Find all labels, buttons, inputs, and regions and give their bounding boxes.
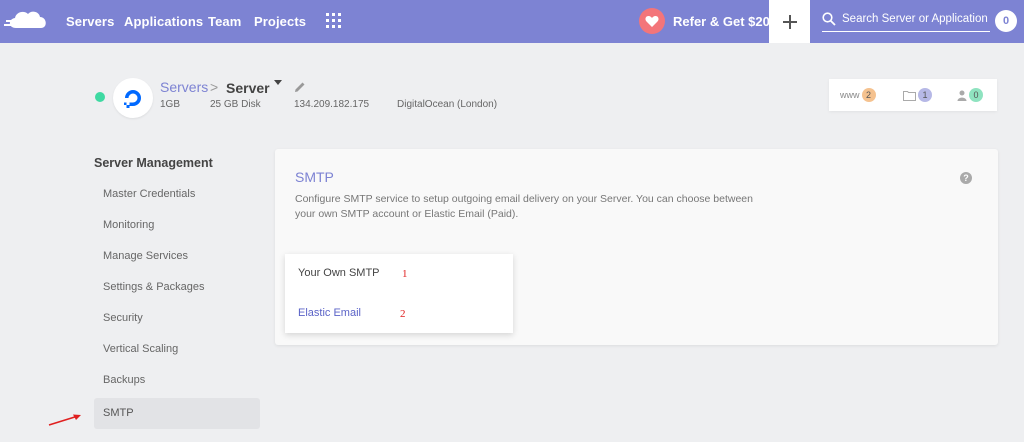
- server-avatar: [113, 78, 153, 118]
- sidebar-item-monitoring[interactable]: Monitoring: [94, 210, 260, 241]
- stat-users[interactable]: 0: [957, 88, 983, 102]
- smtp-title: SMTP: [295, 169, 334, 185]
- nav-projects[interactable]: Projects: [254, 14, 306, 29]
- plus-icon: [782, 14, 797, 29]
- server-disk: 25 GB Disk: [210, 99, 261, 110]
- stat-folders[interactable]: 1: [903, 88, 932, 102]
- server-name: Server: [226, 80, 270, 96]
- nav-team[interactable]: Team: [208, 14, 241, 29]
- breadcrumb-separator: >: [210, 79, 219, 95]
- search-box: [822, 9, 992, 32]
- sidebar-item-master-credentials[interactable]: Master Credentials: [94, 179, 260, 210]
- smtp-card: SMTP ? Configure SMTP service to setup o…: [275, 149, 998, 345]
- smtp-description: Configure SMTP service to setup outgoing…: [295, 193, 753, 220]
- folder-count-badge: 1: [918, 88, 932, 102]
- smtp-provider-dropdown: Your Own SMTP 1 Elastic Email 2: [285, 254, 513, 333]
- www-count-badge: 2: [861, 88, 876, 102]
- cloudways-logo-icon[interactable]: [4, 8, 50, 34]
- stat-www[interactable]: www 2: [840, 88, 876, 102]
- server-provider: DigitalOcean (London): [397, 99, 498, 110]
- sidebar-item-smtp[interactable]: SMTP: [94, 398, 260, 429]
- option-own-smtp[interactable]: Your Own SMTP: [298, 267, 380, 279]
- sidebar-item-manage-services[interactable]: Manage Services: [94, 241, 260, 272]
- sidebar-item-backups[interactable]: Backups: [94, 365, 260, 396]
- annotation-arrow-icon: [48, 414, 81, 426]
- annotation-number: 1: [402, 268, 408, 280]
- digitalocean-logo-icon: [124, 90, 141, 108]
- sidebar-item-settings-packages[interactable]: Settings & Packages: [94, 272, 260, 303]
- sidebar-item-vertical-scaling[interactable]: Vertical Scaling: [94, 334, 260, 365]
- server-stats: www 2 1 0: [829, 79, 997, 111]
- apps-grid-icon[interactable]: [326, 13, 341, 28]
- top-navbar: Servers Applications Team Projects Refer…: [0, 0, 1024, 43]
- users-count-badge: 0: [969, 88, 983, 102]
- search-icon: [822, 12, 836, 26]
- server-ip: 134.209.182.175: [294, 99, 370, 110]
- option-elastic-email[interactable]: Elastic Email: [298, 307, 361, 319]
- search-count-badge: 0: [995, 10, 1017, 32]
- caret-down-icon[interactable]: [274, 80, 282, 85]
- www-label: www: [840, 90, 860, 100]
- pencil-icon[interactable]: [294, 81, 306, 93]
- user-icon: [957, 90, 967, 101]
- heart-icon: [639, 8, 665, 34]
- add-button[interactable]: [769, 0, 810, 43]
- sidebar-title: Server Management: [94, 156, 213, 170]
- sidebar-item-security[interactable]: Security: [94, 303, 260, 334]
- search-input[interactable]: [842, 10, 992, 28]
- server-status-dot: [95, 92, 105, 102]
- nav-applications[interactable]: Applications: [124, 14, 203, 29]
- annotation-number: 2: [400, 308, 406, 320]
- refer-button[interactable]: Refer & Get $20: [639, 7, 770, 35]
- nav-servers[interactable]: Servers: [66, 14, 114, 29]
- server-ram: 1GB: [160, 99, 181, 110]
- breadcrumb-servers[interactable]: Servers: [160, 79, 208, 95]
- folder-icon: [903, 90, 916, 101]
- help-icon[interactable]: ?: [960, 172, 972, 184]
- refer-label: Refer & Get $20: [673, 13, 770, 29]
